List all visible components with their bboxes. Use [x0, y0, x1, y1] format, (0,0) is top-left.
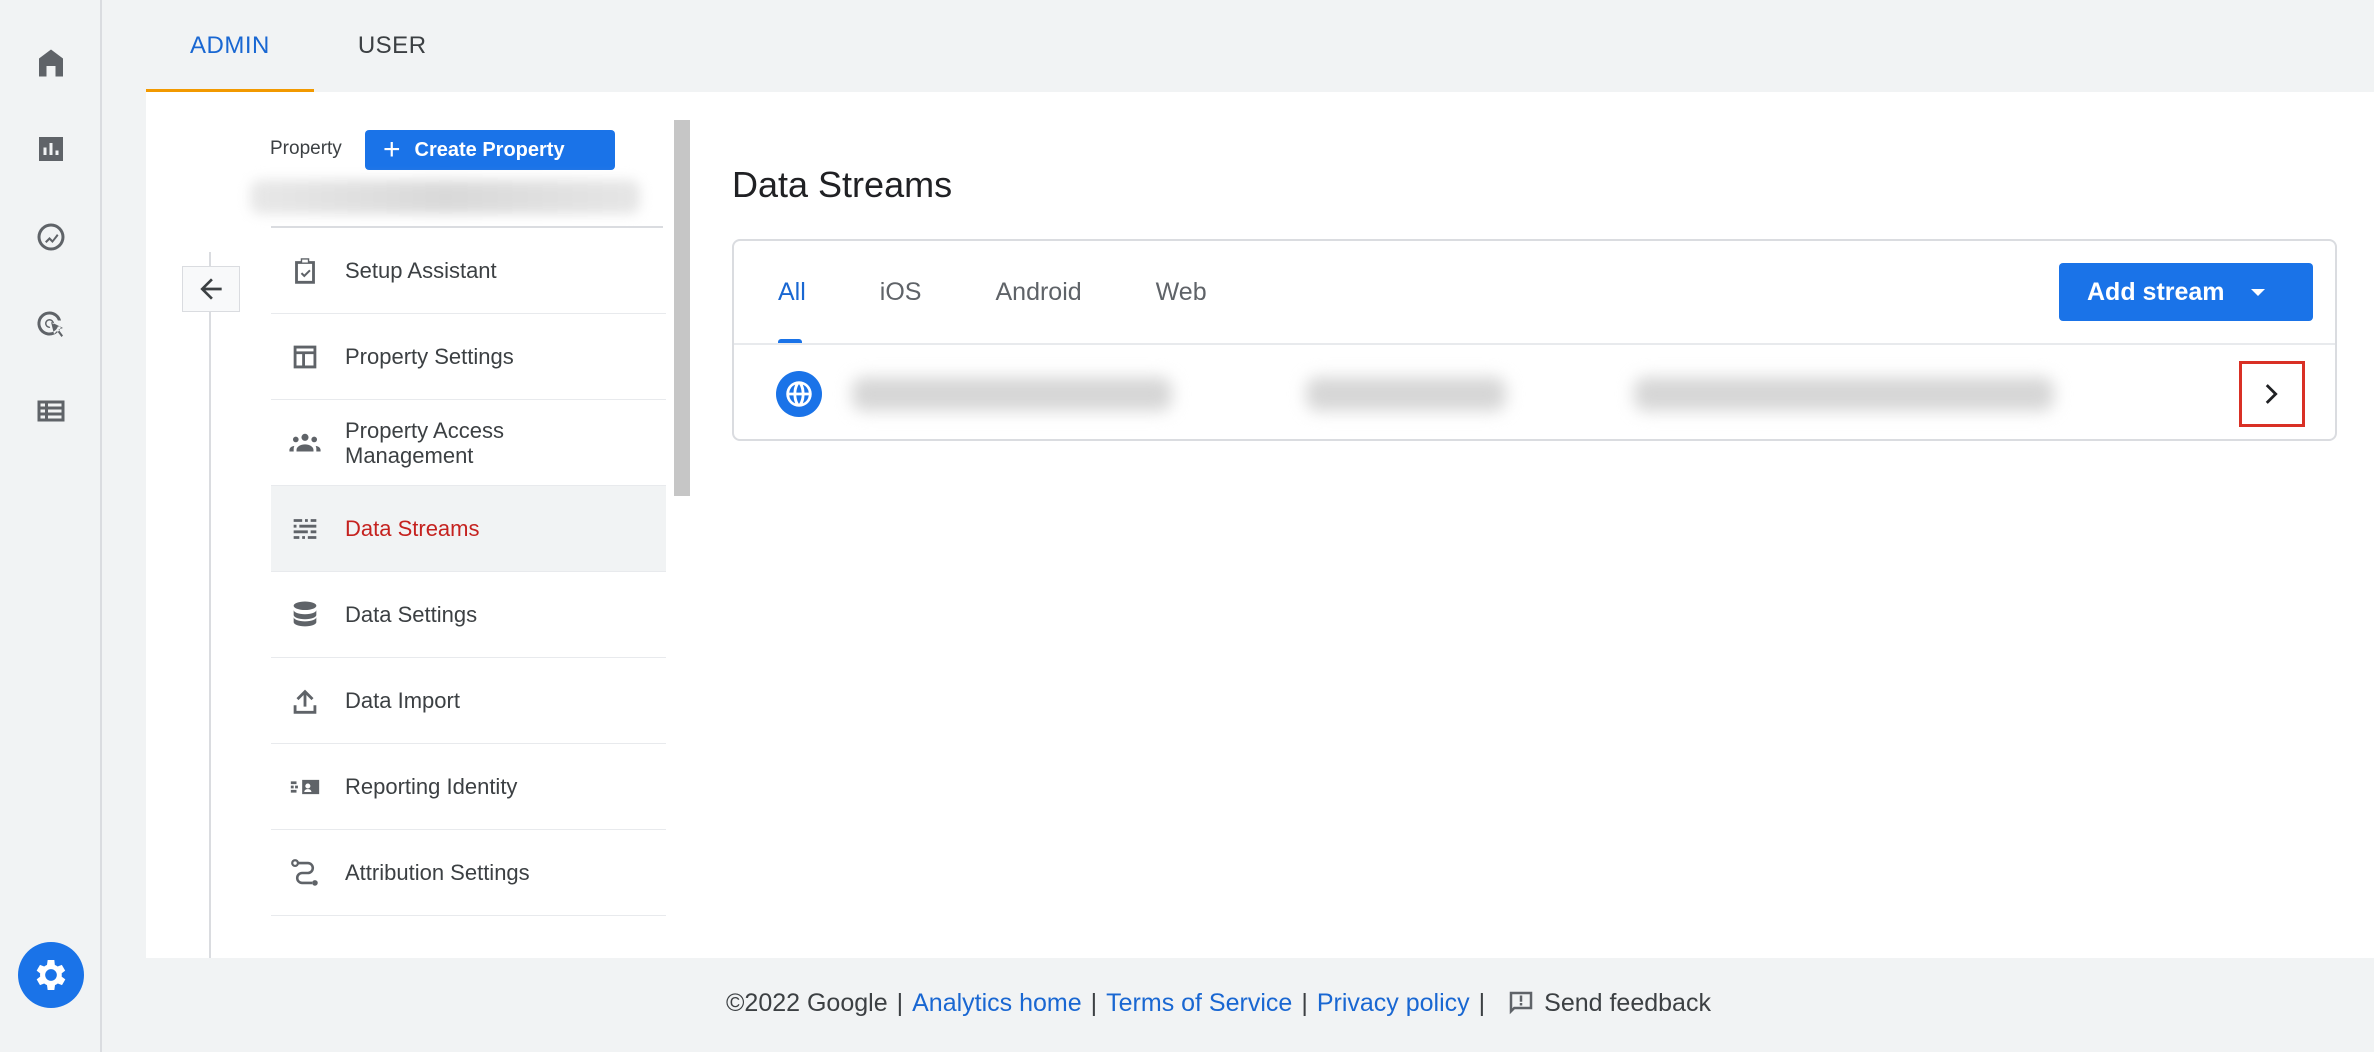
- nav-item-label: Reporting Identity: [345, 774, 518, 799]
- property-label: Property: [270, 138, 342, 159]
- data-streams-card: All iOS Android Web Add stream: [732, 239, 2337, 441]
- explore-icon[interactable]: [26, 212, 76, 262]
- send-feedback-link[interactable]: Send feedback: [1544, 989, 1711, 1018]
- nav-item-label: Data Streams: [345, 516, 480, 541]
- nav-item-property-access-management[interactable]: Property Access Management: [271, 400, 666, 486]
- stream-filter-tabs: All iOS Android Web: [734, 241, 1265, 343]
- upload-icon: [285, 681, 325, 721]
- analytics-home-link[interactable]: Analytics home: [912, 989, 1082, 1018]
- data-streams-icon: [285, 509, 325, 549]
- chevron-right-icon: [2265, 384, 2278, 404]
- nav-item-data-import[interactable]: Data Import: [271, 658, 666, 744]
- back-button[interactable]: [182, 266, 240, 312]
- tab-admin[interactable]: ADMIN: [146, 0, 314, 92]
- copyright: ©2022 Google: [726, 988, 888, 1017]
- bar-chart-icon[interactable]: [26, 124, 76, 174]
- create-property-label: Create Property: [414, 138, 565, 161]
- nav-scrollbar[interactable]: [674, 120, 690, 496]
- footer-separator: |: [896, 988, 904, 1017]
- tab-all[interactable]: All: [762, 241, 836, 343]
- tab-ios[interactable]: iOS: [864, 241, 952, 343]
- nav-item-label: Attribution Settings: [345, 860, 530, 885]
- property-selector-redacted[interactable]: [250, 180, 640, 214]
- footer: ©2022 Google | Analytics home | Terms of…: [726, 988, 1711, 1018]
- nav-item-attribution-settings[interactable]: Attribution Settings: [271, 830, 666, 916]
- globe-icon: [776, 371, 822, 417]
- tab-android[interactable]: Android: [979, 241, 1111, 343]
- clipboard-check-icon: [285, 251, 325, 291]
- nav-item-label: Data Import: [345, 688, 460, 713]
- attribution-icon: [285, 853, 325, 893]
- stream-details-button[interactable]: [2239, 361, 2305, 427]
- nav-item-label: Property Access Management: [345, 417, 504, 468]
- home-icon[interactable]: [26, 38, 76, 88]
- stream-url-redacted: [1634, 377, 2054, 411]
- nav-item-property-settings[interactable]: Property Settings: [271, 314, 666, 400]
- tab-user[interactable]: USER: [314, 0, 471, 92]
- layout-icon: [285, 337, 325, 377]
- add-stream-label: Add stream: [2087, 277, 2225, 306]
- nav-item-label: Setup Assistant: [345, 258, 497, 283]
- nav-item-label: Data Settings: [345, 602, 478, 627]
- stream-row[interactable]: [734, 345, 2335, 441]
- footer-separator: |: [1301, 988, 1308, 1017]
- nav-item-data-streams[interactable]: Data Streams: [271, 486, 666, 572]
- top-tabs: ADMIN USER: [146, 0, 471, 92]
- reporting-identity-icon: [285, 767, 325, 807]
- caret-down-icon: [2250, 288, 2265, 296]
- page-title: Data Streams: [732, 164, 953, 205]
- people-icon: [285, 423, 325, 463]
- nav-item-data-settings[interactable]: Data Settings: [271, 572, 666, 658]
- nav-item-reporting-identity[interactable]: Reporting Identity: [271, 744, 666, 830]
- privacy-link[interactable]: Privacy policy: [1317, 989, 1470, 1018]
- tree-line: [209, 252, 211, 958]
- tab-web[interactable]: Web: [1140, 241, 1237, 343]
- create-property-button[interactable]: + Create Property: [365, 130, 615, 170]
- stream-id-redacted: [1306, 377, 1506, 411]
- nav-item-label: Property Settings: [345, 344, 514, 369]
- advertising-icon[interactable]: [26, 300, 76, 350]
- arrow-left-icon: [200, 278, 222, 300]
- add-stream-button[interactable]: Add stream: [2059, 263, 2313, 321]
- left-rail: [0, 0, 102, 1052]
- footer-separator: |: [1478, 988, 1486, 1017]
- app-root: ADMIN USER Property + Create Property Se…: [0, 0, 2374, 1052]
- property-nav: Setup Assistant Property Settings Proper…: [271, 228, 666, 916]
- stream-name-redacted: [852, 377, 1172, 411]
- plus-icon: +: [383, 133, 401, 166]
- main-panel: Property + Create Property Setup Assista…: [146, 92, 2374, 958]
- gear-icon[interactable]: [18, 942, 84, 1008]
- footer-separator: |: [1090, 988, 1098, 1017]
- table-icon[interactable]: [26, 386, 76, 436]
- feedback-icon: [1509, 991, 1533, 1015]
- nav-item-setup-assistant[interactable]: Setup Assistant: [271, 228, 666, 314]
- database-icon: [285, 595, 325, 635]
- terms-link[interactable]: Terms of Service: [1106, 989, 1292, 1018]
